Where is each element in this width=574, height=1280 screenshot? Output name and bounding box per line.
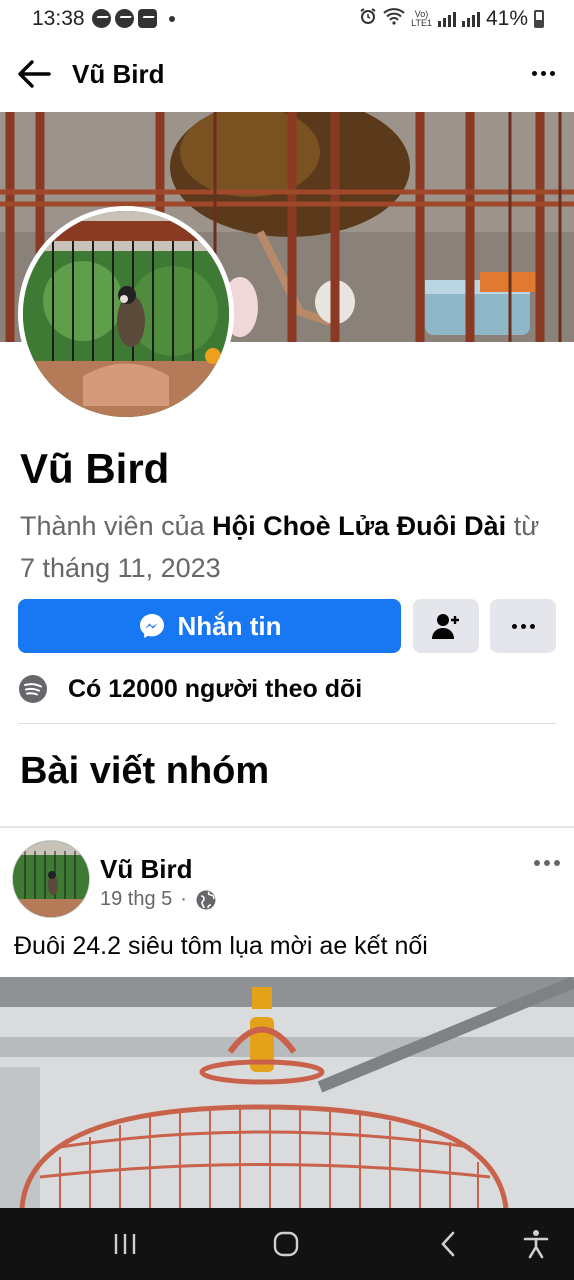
battery-percent: 41% [485, 7, 528, 30]
spotify-icon [19, 675, 47, 703]
notification-icons [92, 9, 175, 28]
status-time: 13:38 [32, 7, 85, 30]
followers-count: Có 12000 người theo dõi [68, 674, 363, 703]
post-more-icon[interactable] [534, 860, 560, 866]
post-photo [0, 977, 574, 1208]
post-meta: 19 thg 5 · [100, 888, 217, 911]
wifi-icon [383, 7, 405, 31]
back-button[interactable] [16, 56, 56, 92]
messenger-notification-icon [115, 9, 134, 28]
member-info: Thành viên của Hội Choè Lửa Đuôi Dài từ … [20, 511, 540, 583]
status-bar: 13:38 Vo) LTE1 41% [0, 0, 574, 38]
profile-name: Vũ Bird [20, 445, 170, 492]
meta-separator: · [180, 888, 187, 910]
globe-icon [196, 890, 216, 909]
add-friend-icon [432, 614, 459, 639]
battery-icon [534, 10, 544, 28]
chat-notification-icon [138, 9, 157, 28]
messenger-notification-icon [92, 9, 111, 28]
recent-apps-icon[interactable] [105, 1226, 145, 1262]
back-icon[interactable] [428, 1226, 468, 1262]
back-arrow-icon [18, 60, 51, 88]
signal-icon [461, 11, 480, 27]
post-image[interactable] [0, 977, 574, 1208]
more-options-button[interactable] [490, 599, 556, 653]
message-button-label: Nhắn tin [177, 610, 282, 641]
alarm-icon [359, 7, 377, 31]
profile-avatar[interactable] [18, 206, 234, 422]
section-separator [0, 826, 574, 828]
action-buttons: Nhắn tin [18, 599, 556, 653]
divider [18, 723, 556, 724]
post-author-avatar[interactable] [12, 840, 90, 918]
post-author-name[interactable]: Vũ Bird [100, 854, 192, 885]
home-icon[interactable] [266, 1226, 306, 1262]
system-nav-bar [0, 1208, 574, 1280]
network-label: Vo) LTE1 [411, 9, 432, 28]
status-right: Vo) LTE1 41% [359, 7, 544, 31]
more-icon[interactable] [528, 58, 558, 88]
page-title: Vũ Bird [72, 59, 165, 89]
post-text: Đuôi 24.2 siêu tôm lụa mời ae kết nối [14, 932, 428, 960]
avatar-image [23, 211, 229, 417]
app-header: Vũ Bird [0, 38, 574, 112]
followers-row: Có 12000 người theo dõi [18, 672, 362, 706]
more-notifications-dot [169, 15, 175, 22]
section-title: Bài viết nhóm [20, 750, 270, 792]
messenger-icon [139, 614, 164, 638]
post-date[interactable]: 19 thg 5 [100, 888, 172, 911]
message-button[interactable]: Nhắn tin [18, 599, 401, 653]
group-link[interactable]: Hội Choè Lửa Đuôi Dài [212, 511, 506, 541]
signal-icon [437, 11, 456, 27]
accessibility-icon[interactable] [516, 1226, 556, 1262]
add-friend-button[interactable] [413, 599, 479, 653]
